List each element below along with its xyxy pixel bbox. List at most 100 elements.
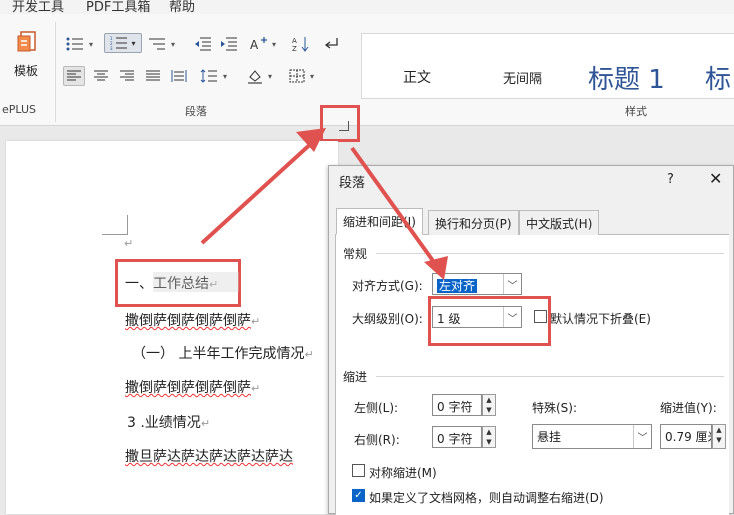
indent-by-spinner[interactable]: ▲ ▼ [712,424,726,449]
line-spacing-dropdown-icon[interactable]: ▾ [223,72,227,81]
doc-text: 撒旦萨达萨达萨达萨达萨达 [125,449,293,465]
justify-icon[interactable] [142,66,164,86]
tab-line-page-breaks[interactable]: 换行和分页(P) [428,210,519,235]
heading-selection-highlight [153,272,239,292]
mirror-indents-checkbox[interactable] [352,464,365,477]
numbering-icon[interactable]: 123 ▾ [104,33,142,53]
chevron-down-icon: ﹀ [503,274,521,294]
left-indent-input[interactable]: 0 字符 [432,394,482,416]
alignment-label: 对齐方式(G): [352,279,423,293]
alignment-select[interactable]: 左对齐 ﹀ [432,273,522,295]
paragraph-mark: ↵ [251,315,261,328]
svg-text:Z: Z [292,45,297,52]
doc-line-2[interactable]: 撒倒萨倒萨倒萨倒萨↵ [125,310,260,330]
menu-pdf-tools[interactable]: PDF工具箱 [86,0,150,14]
line-spacing-icon[interactable] [198,66,220,86]
section-divider [376,253,724,254]
left-indent-label: 左侧(L): [354,401,399,415]
sort-icon[interactable]: AZ [290,34,312,54]
indent-by-value: 0.79 厘米 [665,430,711,444]
menu-developer[interactable]: 开发工具 [12,0,64,14]
tab-panel: 常规 对齐方式(G): 左对齐 ﹀ 大纲级别(O): 1 级 ﹀ 默认情况下折叠… [335,235,729,515]
ribbon: 模板 ePLUS ▾ 123 ▾ ▾ A ▾ AZ ▾ ▾ ▾ 段落 正文 无间… [0,14,734,142]
spin-up-icon[interactable]: ▲ [713,425,725,435]
svg-text:3: 3 [110,46,113,50]
left-indent-spinner[interactable]: ▲ ▼ [482,394,496,416]
show-marks-icon[interactable] [320,34,342,54]
align-right-icon[interactable] [116,66,138,86]
tab-indents-spacing[interactable]: 缩进和间距(I) [336,208,423,235]
paragraph-mark: ↵ [200,417,211,430]
bullets-dropdown-icon[interactable]: ▾ [89,40,93,49]
right-indent-input[interactable]: 0 字符 [432,426,482,448]
doc-line-3[interactable]: （一） 上半年工作完成情况↵ [132,343,314,363]
decrease-indent-icon[interactable] [192,34,214,54]
doc-line-5[interactable]: 3 .业绩情况↵ [127,412,210,432]
special-indent-label: 特殊(S): [532,401,578,415]
doc-text: 撒倒萨倒萨倒萨倒萨 [125,313,251,329]
shading-icon[interactable] [244,66,266,86]
spin-down-icon[interactable]: ▼ [483,437,495,447]
indent-by-label: 缩进值(Y): [660,401,717,415]
spin-up-icon[interactable]: ▲ [483,395,495,405]
general-section-title: 常规 [343,247,368,261]
shading-dropdown-icon[interactable]: ▾ [268,72,272,81]
group-separator [55,22,56,122]
special-indent-value: 悬挂 [537,430,562,444]
special-indent-select[interactable]: 悬挂 ﹀ [532,424,652,449]
auto-adjust-checkbox[interactable]: ✓ [352,489,365,502]
doc-text: （一） 上半年工作完成情况 [132,346,305,362]
close-icon[interactable]: ✕ [709,169,722,188]
alignment-value: 左对齐 [437,279,478,293]
section-divider [376,376,724,377]
chinese-layout-icon[interactable]: A [248,34,270,54]
chevron-down-icon: ﹀ [633,425,651,448]
tab-asian-typography[interactable]: 中文版式(H) [519,210,600,235]
style-no-spacing[interactable]: 无间隔 [503,68,542,87]
menu-bar: 开发工具 PDF工具箱 帮助 [0,0,734,14]
align-center-icon[interactable] [90,66,112,86]
align-left-icon[interactable] [63,66,85,86]
borders-dropdown-icon[interactable]: ▾ [310,72,314,81]
right-indent-label: 右侧(R): [354,433,400,447]
doc-line-4[interactable]: 撒倒萨倒萨倒萨倒萨↵ [125,377,260,397]
doc-text: 3 .业绩情况 [127,415,201,431]
indent-by-input[interactable]: 0.79 厘米 [660,424,712,449]
right-indent-value: 0 字符 [437,432,473,446]
borders-icon[interactable] [286,66,308,86]
svg-text:A: A [292,37,297,45]
paragraph-mark: ↵ [304,348,314,361]
collapse-default-label: 默认情况下折叠(E) [550,312,651,326]
spin-up-icon[interactable]: ▲ [483,427,495,437]
bullets-icon[interactable] [64,34,86,54]
distributed-icon[interactable] [168,66,190,86]
menu-help[interactable]: 帮助 [169,0,195,14]
svg-text:A: A [250,38,259,52]
chinese-layout-dropdown-icon[interactable]: ▾ [272,40,276,49]
auto-adjust-label: 如果定义了文档网格，则自动调整右缩进(D) [369,491,604,505]
spin-down-icon[interactable]: ▼ [713,435,725,445]
style-normal[interactable]: 正文 [403,67,431,87]
multilevel-dropdown-icon[interactable]: ▾ [171,40,175,49]
paragraph-group-label: 段落 [185,105,207,118]
style-heading-1[interactable]: 标题 1 [588,59,665,96]
increase-indent-icon[interactable] [218,34,240,54]
right-indent-spinner[interactable]: ▲ ▼ [482,426,496,448]
paragraph-mark: ↵ [251,382,261,395]
template-button-label[interactable]: 模板 [14,62,38,79]
dialog-title: 段落 [339,176,366,191]
doc-line-6[interactable]: 撒旦萨达萨达萨达萨达萨达 [125,446,293,466]
annotation-highlight-launcher [320,105,360,142]
document-page[interactable]: ↵ 一、工作总结↵ 撒倒萨倒萨倒萨倒萨↵ （一） 上半年工作完成情况↵ 撒倒萨倒… [6,141,338,514]
eplus-group-label: ePLUS [2,103,37,116]
annotation-highlight-outline-level [428,296,551,346]
help-button[interactable]: ? [667,172,674,187]
page-corner-mark [102,215,128,235]
styles-group-label: 样式 [625,105,647,118]
empty-paragraph-mark: ↵ [124,237,134,250]
template-icon[interactable] [17,30,39,54]
doc-text: 撒倒萨倒萨倒萨倒萨 [125,380,251,396]
style-heading-2[interactable]: 标 [705,59,731,96]
multilevel-list-icon[interactable] [146,34,168,54]
spin-down-icon[interactable]: ▼ [483,405,495,415]
